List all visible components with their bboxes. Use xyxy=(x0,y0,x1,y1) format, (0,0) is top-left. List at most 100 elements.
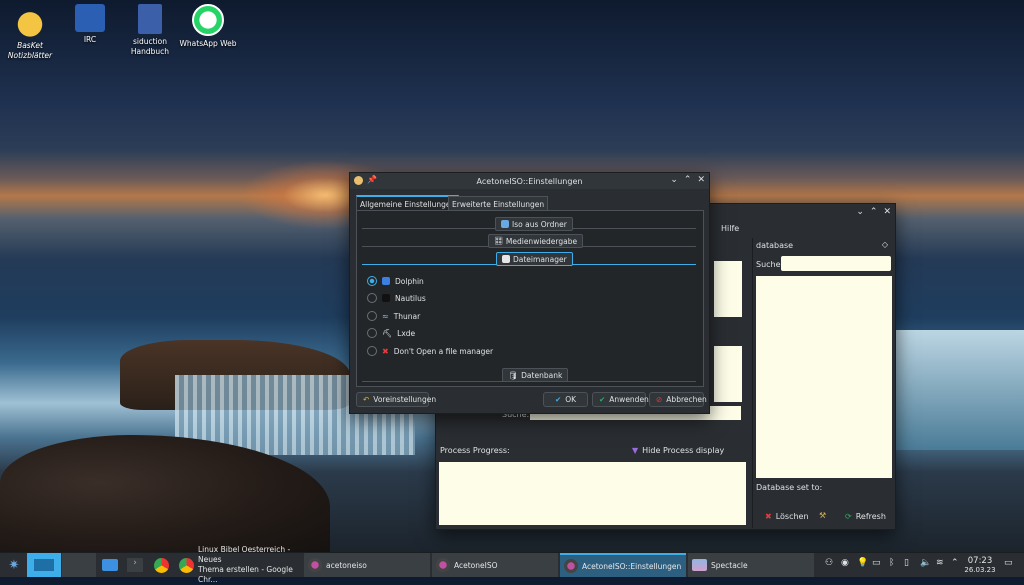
button-label: Abbrechen xyxy=(666,395,707,404)
tab-allgemeine[interactable]: Allgemeine Einstellungen xyxy=(356,195,460,211)
chrome-launcher[interactable] xyxy=(150,553,172,577)
desktop-icon-label: WhatsApp Web xyxy=(179,39,237,48)
radio-label: Thunar xyxy=(393,311,421,321)
search-label: Suche: xyxy=(756,260,784,269)
chevron-up-icon[interactable]: ⌃ xyxy=(951,558,959,568)
digital-clock[interactable]: 07:23 26.03.23 xyxy=(962,553,998,577)
check-icon: ✔ xyxy=(554,395,562,404)
database-search-input[interactable] xyxy=(781,256,891,271)
button-label: Anwenden xyxy=(609,395,649,404)
tab-content: Iso aus Ordner 🎛 Medienwiedergabe Dateim… xyxy=(356,210,704,387)
cancel-icon: ⊘ xyxy=(656,395,663,404)
bluetooth-icon[interactable]: ᛒ xyxy=(889,558,894,568)
chrome-icon xyxy=(179,557,194,573)
chevron-up-icon[interactable]: ⌃ xyxy=(684,175,692,185)
database-title: database xyxy=(756,241,794,250)
radio-button[interactable] xyxy=(367,311,377,321)
book-icon xyxy=(138,4,162,34)
basket-icon xyxy=(13,4,47,38)
settings-dialog: 📌 AcetoneISO::Einstellungen ⌄ ⌃ ✕ Allgem… xyxy=(349,172,710,414)
ok-button[interactable]: ✔ OK xyxy=(543,392,588,407)
hide-process-button[interactable]: ▼ Hide Process display xyxy=(632,446,724,455)
dolphin-launcher[interactable] xyxy=(99,553,121,577)
application-launcher[interactable]: ✷ xyxy=(2,553,26,577)
section-datenbank[interactable]: 🛢 Datenbank xyxy=(502,368,569,382)
section-dateimanager[interactable]: Dateimanager xyxy=(496,252,573,266)
media-icon: 🎛 xyxy=(494,237,503,245)
file-icon xyxy=(502,255,510,263)
radio-button[interactable] xyxy=(367,346,377,356)
task-acetoneiso[interactable]: AcetoneISO xyxy=(432,553,558,577)
dialog-window-controls: ⌄ ⌃ ✕ xyxy=(670,175,705,185)
button-label: Voreinstellungen xyxy=(373,395,437,404)
clock-time: 07:23 xyxy=(967,555,993,566)
delete-icon: ✖ xyxy=(765,512,772,521)
float-icon[interactable]: ◇ xyxy=(882,240,888,249)
x-icon: ✖ xyxy=(382,346,389,356)
device-icon[interactable]: ▯ xyxy=(904,558,909,568)
show-desktop-icon[interactable]: ▭ xyxy=(1004,558,1013,568)
funnel-icon: ▼ xyxy=(632,446,639,455)
virtual-desktop-1[interactable] xyxy=(27,553,61,577)
volume-icon[interactable]: 🔈 xyxy=(920,558,931,568)
task-acetoneiso-einstellungen[interactable]: AcetoneISO::Einstellungen xyxy=(560,553,686,577)
database-panel: database ◇ Suche: Database set to: ✖ Lös… xyxy=(752,238,892,528)
dialog-title: AcetoneISO::Einstellungen xyxy=(476,176,583,186)
acetoneiso-icon xyxy=(436,558,450,572)
clipboard-icon[interactable]: ▭ xyxy=(872,558,881,568)
task-chrome[interactable]: Linux Bibel Oesterreich - Neues Thema er… xyxy=(175,545,302,584)
section-medienwiedergabe[interactable]: 🎛 Medienwiedergabe xyxy=(488,234,584,248)
radio-dolphin[interactable]: Dolphin xyxy=(367,276,424,286)
database-list[interactable] xyxy=(756,276,892,478)
button-label: OK xyxy=(565,395,577,404)
clock-date: 26.03.23 xyxy=(964,565,996,574)
desktop-icon-whatsapp[interactable]: WhatsApp Web xyxy=(168,4,248,49)
radio-button[interactable] xyxy=(367,293,377,303)
chevron-down-icon[interactable]: ⌄ xyxy=(856,207,864,217)
loeschen-button[interactable]: ✖ Löschen xyxy=(765,512,809,521)
terminal-launcher[interactable]: › xyxy=(124,553,146,577)
undo-icon: ↶ xyxy=(363,395,370,404)
chevron-up-icon[interactable]: ⌃ xyxy=(870,207,878,217)
menu-hilfe[interactable]: Hilfe xyxy=(721,224,739,233)
nautilus-icon xyxy=(382,294,390,302)
refresh-button[interactable]: ⟳ Refresh xyxy=(845,512,886,521)
steam-icon[interactable]: ◉ xyxy=(841,558,849,568)
section-iso-aus-ordner[interactable]: Iso aus Ordner xyxy=(495,217,573,231)
task-label: acetoneiso xyxy=(326,560,367,570)
desktop-icon-label: Notizblätter xyxy=(7,51,53,60)
task-label: AcetoneISO xyxy=(454,560,498,570)
radio-label: Lxde xyxy=(397,328,416,338)
radio-thunar[interactable]: ≈ Thunar xyxy=(367,311,420,321)
abbrechen-button[interactable]: ⊘ Abbrechen xyxy=(649,392,707,407)
chevron-down-icon[interactable]: ⌄ xyxy=(670,175,678,185)
section-label: Dateimanager xyxy=(513,254,567,264)
hammer-icon[interactable]: ⚒ xyxy=(819,511,826,520)
desktop-icon-label: BasKet xyxy=(17,41,43,50)
voreinstellungen-button[interactable]: ↶ Voreinstellungen xyxy=(356,392,436,407)
anwenden-button[interactable]: ✔ Anwenden xyxy=(592,392,649,407)
radio-button[interactable] xyxy=(367,328,377,338)
radio-lxde[interactable]: ⛏ Lxde xyxy=(367,328,415,338)
preview-box xyxy=(714,346,742,402)
wifi-icon[interactable]: ≋ xyxy=(936,558,944,568)
radio-no-file-manager[interactable]: ✖ Don't Open a file manager xyxy=(367,346,493,356)
launcher-icon: ✷ xyxy=(8,557,20,573)
task-label: AcetoneISO::Einstellungen xyxy=(582,561,682,571)
kde-connect-icon[interactable]: ⚇ xyxy=(825,558,833,568)
task-acetoneiso-terminal[interactable]: acetoneiso xyxy=(304,553,430,577)
taskbar: ✷ › Linux Bibel Oesterreich - Neues Them… xyxy=(0,545,1024,584)
radio-nautilus[interactable]: Nautilus xyxy=(367,293,426,303)
virtual-desktop-2[interactable] xyxy=(62,553,96,577)
close-icon[interactable]: ✕ xyxy=(697,175,705,185)
chrome-icon xyxy=(153,557,169,573)
dialog-titlebar[interactable]: 📌 AcetoneISO::Einstellungen ⌄ ⌃ ✕ xyxy=(350,173,709,189)
lightbulb-icon[interactable]: 💡 xyxy=(857,558,868,568)
radio-button[interactable] xyxy=(367,276,377,286)
close-icon[interactable]: ✕ xyxy=(883,207,891,217)
task-spectacle[interactable]: Spectacle xyxy=(688,553,814,577)
acetoneiso-icon xyxy=(308,558,322,572)
spectacle-icon xyxy=(692,559,707,571)
task-label: Spectacle xyxy=(711,560,748,570)
thunar-icon: ≈ xyxy=(382,311,389,321)
